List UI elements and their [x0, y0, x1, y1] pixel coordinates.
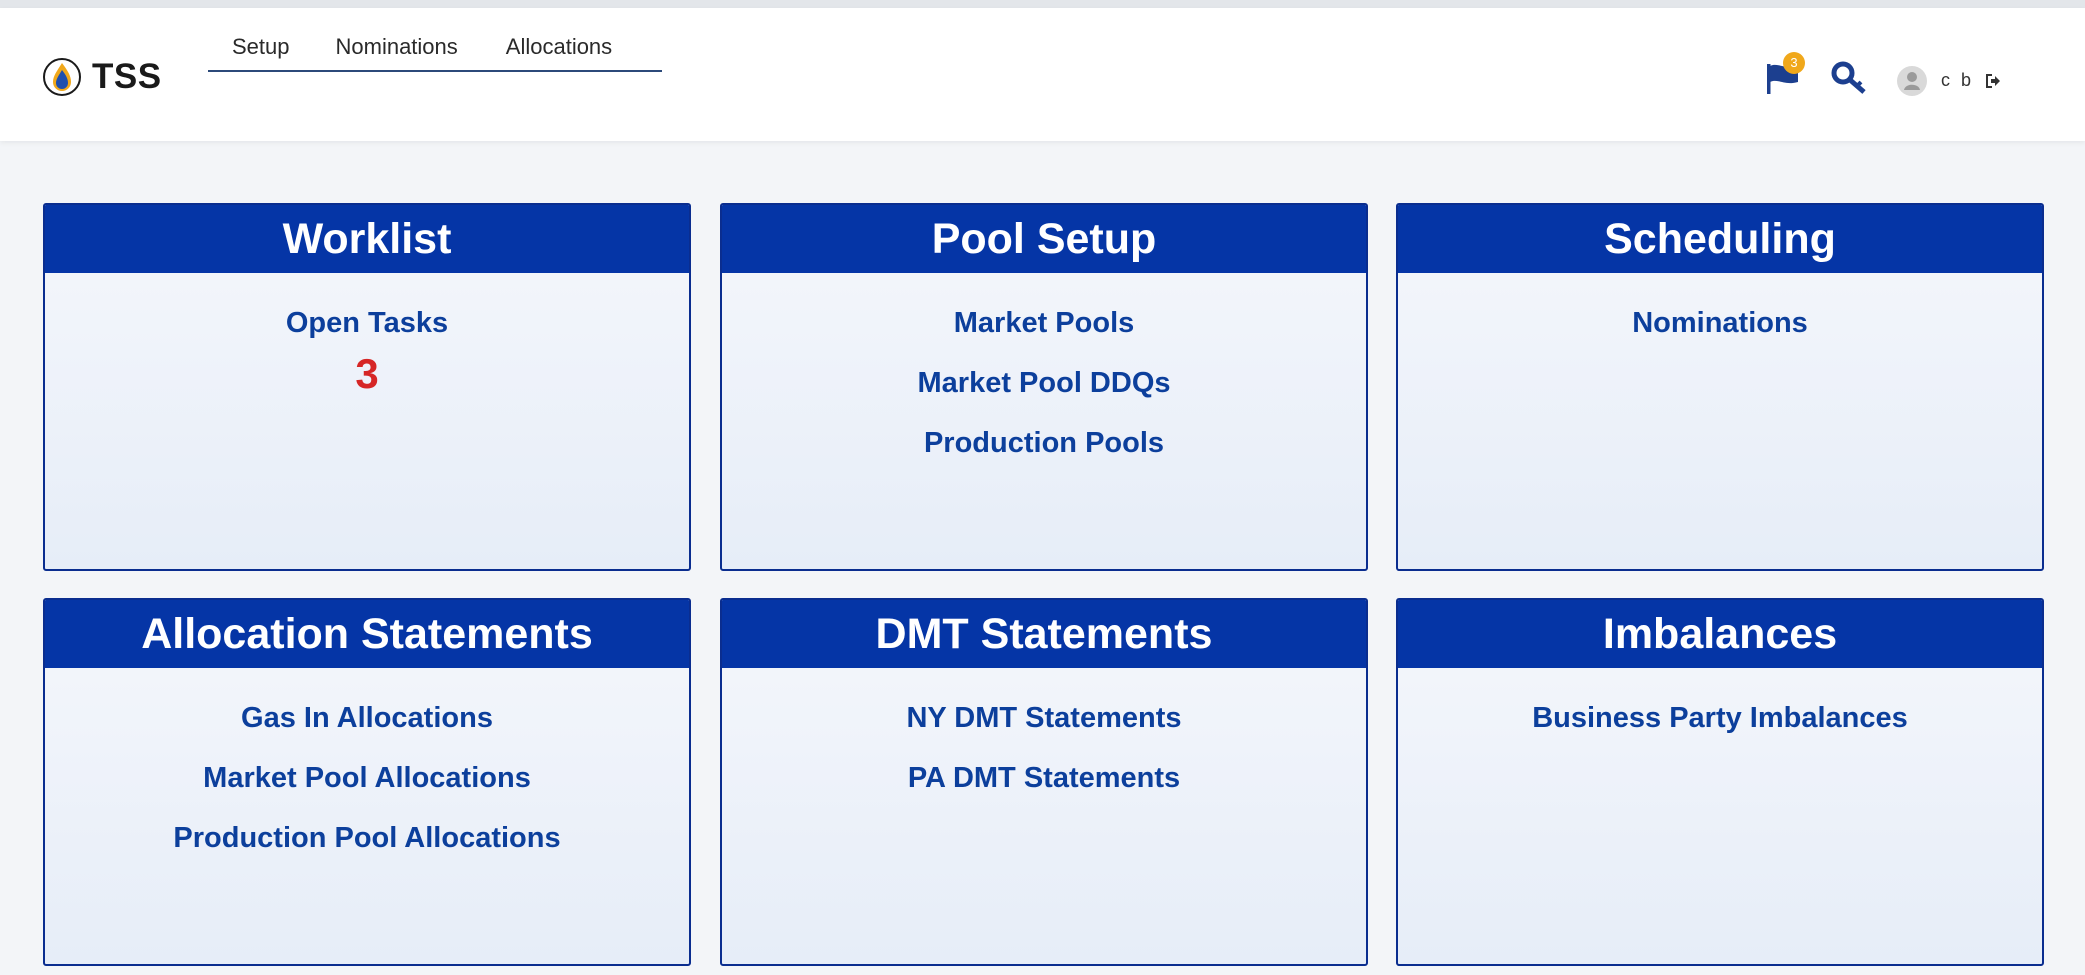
- app-name: TSS: [92, 57, 162, 96]
- link-production-pools[interactable]: Production Pools: [722, 413, 1366, 473]
- user-name[interactable]: c b: [1941, 70, 1974, 91]
- link-nominations[interactable]: Nominations: [1398, 293, 2042, 353]
- card-imbalances: Imbalances Business Party Imbalances: [1396, 598, 2044, 966]
- link-business-party-imbalances[interactable]: Business Party Imbalances: [1398, 688, 2042, 748]
- link-production-pool-allocations[interactable]: Production Pool Allocations: [45, 808, 689, 868]
- notifications-button[interactable]: 3: [1764, 52, 1808, 98]
- card-allocation-statements: Allocation Statements Gas In Allocations…: [43, 598, 691, 966]
- card-scheduling: Scheduling Nominations: [1396, 203, 2044, 571]
- card-title: Pool Setup: [722, 205, 1366, 273]
- nav-allocations[interactable]: Allocations: [506, 26, 612, 70]
- card-title: Imbalances: [1398, 600, 2042, 668]
- notification-badge: 3: [1783, 52, 1805, 74]
- app-logo[interactable]: TSS: [42, 53, 162, 101]
- nav-nominations[interactable]: Nominations: [336, 26, 458, 70]
- logout-icon[interactable]: [1984, 72, 2002, 90]
- user-avatar[interactable]: [1897, 66, 1927, 96]
- card-dmt-statements: DMT Statements NY DMT Statements PA DMT …: [720, 598, 1368, 966]
- link-market-pool-ddqs[interactable]: Market Pool DDQs: [722, 353, 1366, 413]
- card-pool-setup: Pool Setup Market Pools Market Pool DDQs…: [720, 203, 1368, 571]
- link-pa-dmt-statements[interactable]: PA DMT Statements: [722, 748, 1366, 808]
- link-market-pools[interactable]: Market Pools: [722, 293, 1366, 353]
- link-gas-in-allocations[interactable]: Gas In Allocations: [45, 688, 689, 748]
- card-title: DMT Statements: [722, 600, 1366, 668]
- top-nav: Setup Nominations Allocations: [208, 26, 662, 72]
- card-title: Allocation Statements: [45, 600, 689, 668]
- user-avatar-icon: [1904, 72, 1920, 90]
- nav-setup[interactable]: Setup: [232, 26, 290, 70]
- link-ny-dmt-statements[interactable]: NY DMT Statements: [722, 688, 1366, 748]
- card-worklist: Worklist Open Tasks 3: [43, 203, 691, 571]
- top-border: [0, 0, 2085, 8]
- link-open-tasks[interactable]: Open Tasks: [45, 293, 689, 353]
- key-icon: [1831, 61, 1866, 94]
- link-market-pool-allocations[interactable]: Market Pool Allocations: [45, 748, 689, 808]
- key-button[interactable]: [1830, 58, 1874, 98]
- app-header: TSS Setup Nominations Allocations 3 c b: [0, 8, 2085, 141]
- card-title: Scheduling: [1398, 205, 2042, 273]
- card-title: Worklist: [45, 205, 689, 273]
- open-tasks-count[interactable]: 3: [45, 353, 689, 395]
- flame-logo-icon: [43, 58, 81, 96]
